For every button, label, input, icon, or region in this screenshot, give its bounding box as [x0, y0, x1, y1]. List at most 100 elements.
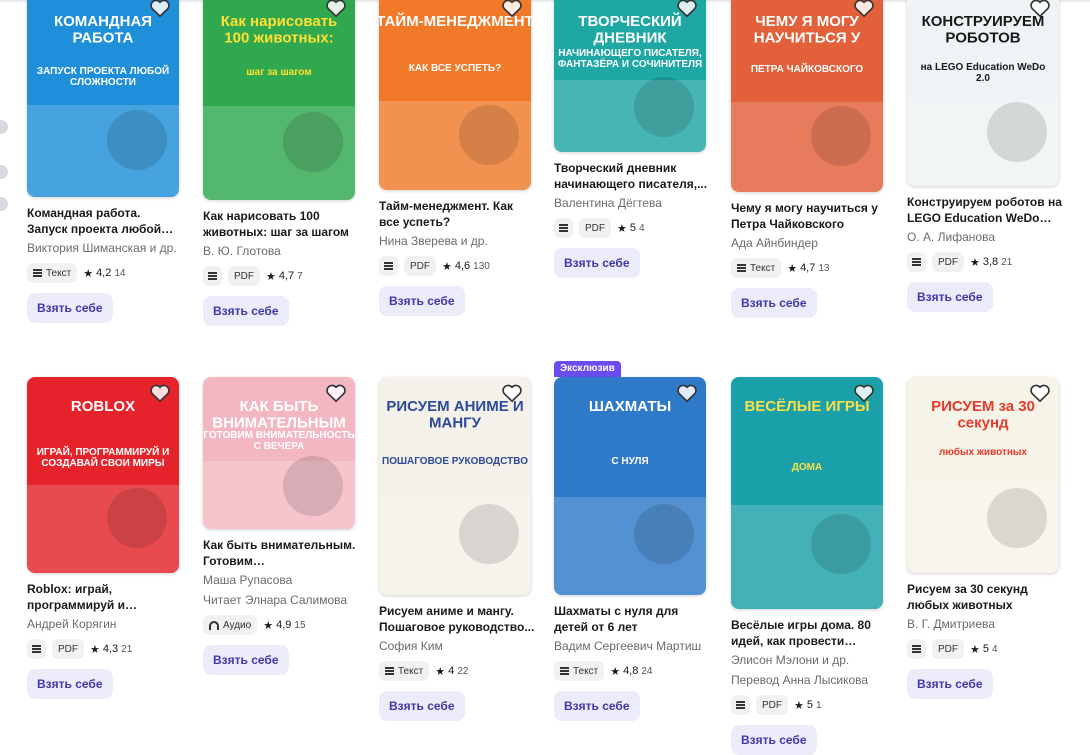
book-author[interactable]: Маша Рупасова [203, 573, 359, 588]
book-title[interactable]: Творческий дневник начинающего писателя,… [554, 160, 710, 192]
take-book-button[interactable]: Взять себе [554, 691, 640, 721]
book-meta: PDF ★ 5 4 [554, 218, 710, 238]
book-title[interactable]: Командная работа. Запуск проекта любой с… [27, 205, 183, 237]
star-icon: ★ [970, 643, 980, 656]
rating-count: 7 [297, 270, 303, 282]
book-author[interactable]: Виктория Шиманская и др. [27, 241, 183, 256]
book-author[interactable]: Ада Айнбиндер [731, 236, 887, 251]
cover-art: ВЕСЁЛЫЕ ИГРЫ ДОМА [731, 398, 883, 609]
rating: ★ 4,9 15 [263, 619, 305, 632]
format-label: Текст [750, 262, 776, 274]
book-card[interactable]: ТАЙМ-МЕНЕДЖМЕНТ КАК ВСЕ УСПЕТЬ? Тайм-менед… [379, 0, 535, 316]
favorite-heart-icon[interactable] [149, 383, 171, 403]
favorite-heart-icon[interactable] [853, 383, 875, 403]
favorite-heart-icon[interactable] [501, 383, 523, 403]
favorite-heart-icon[interactable] [1029, 0, 1051, 18]
format-label: PDF [585, 222, 605, 234]
book-title[interactable]: Рисуем за 30 секунд любых животных [907, 581, 1063, 613]
favorite-heart-icon[interactable] [325, 383, 347, 403]
text-format-icon [27, 639, 46, 659]
favorite-heart-icon[interactable] [149, 0, 171, 18]
book-cover[interactable]: ШАХМАТЫ С НУЛЯ [554, 377, 706, 595]
rating-value: 5 [629, 222, 636, 234]
book-title[interactable]: Roblox: играй, программируй и создава... [27, 581, 183, 613]
take-book-button[interactable]: Взять себе [731, 725, 817, 755]
favorite-heart-icon[interactable] [676, 383, 698, 403]
favorite-heart-icon[interactable] [853, 0, 875, 18]
rating-value: 4 [448, 665, 455, 677]
book-title[interactable]: Как нарисовать 100 животных: шаг за шаго… [203, 208, 359, 240]
rating: ★ 5 1 [794, 699, 822, 712]
book-cover[interactable]: РИСУЕМ АНИМЕ И МАНГУ ПОШАГОВОЕ РУКОВОДСТВО [379, 377, 531, 595]
book-card[interactable]: ЧЕМУ Я МОГУ НАУЧИТЬСЯ У ПЕТРА ЧАЙКОВСКОГО Ч… [731, 0, 887, 318]
format-label: Аудио [223, 619, 252, 631]
book-cover[interactable]: ЧЕМУ Я МОГУ НАУЧИТЬСЯ У ПЕТРА ЧАЙКОВСКОГО [731, 0, 883, 192]
rating-count: 15 [294, 619, 306, 631]
book-cover[interactable]: РИСУЕМ за 30 секунд любых животных [907, 377, 1059, 573]
favorite-heart-icon[interactable] [1029, 383, 1051, 403]
book-title[interactable]: Шахматы с нуля для детей от 6 лет [554, 603, 710, 635]
book-author[interactable]: Элисон Мэлони и др. [731, 653, 887, 668]
favorite-heart-icon[interactable] [501, 0, 523, 18]
book-title[interactable]: Конструируем роботов на LEGO Education W… [907, 194, 1063, 226]
rating-value: 4,7 [278, 270, 295, 282]
book-author[interactable]: В. Ю. Глотова [203, 244, 359, 259]
cover-subtitle: ЗАПУСК ПРОЕКТА ЛЮБОЙ СЛОЖНОСТИ [37, 64, 169, 88]
book-cover[interactable]: ТВОРЧЕСКИЙ ДНЕВНИК НАЧИНАЮЩЕГО ПИСАТЕЛЯ, ФА… [554, 0, 706, 152]
book-card[interactable]: КАК БЫТЬ ВНИМАТЕЛЬНЫМ ГОТОВИМ ВНИМАТЕЛЬНОС… [203, 377, 359, 675]
book-title[interactable]: Рисуем аниме и мангу. Пошаговое руководс… [379, 603, 535, 635]
rating-count: 4 [639, 222, 645, 234]
take-book-button[interactable]: Взять себе [731, 288, 817, 318]
book-cover[interactable]: КОНСТРУИРУЕМ РОБОТОВ на LEGO Education WeD… [907, 0, 1059, 186]
rating-value: 3,8 [982, 256, 999, 268]
take-book-button[interactable]: Взять себе [907, 669, 993, 699]
format-badge: Текст [379, 661, 430, 681]
book-card[interactable]: РИСУЕМ за 30 секунд любых животных Рисуем з… [907, 377, 1063, 699]
book-cover[interactable]: ROBLOX ИГРАЙ, ПРОГРАММИРУЙ И СОЗДАВАЙ СВОИ… [27, 377, 179, 573]
star-icon: ★ [794, 699, 804, 712]
book-title[interactable]: Как быть внимательным. Готовим вниматель… [203, 537, 359, 569]
book-card[interactable]: Эксклюзив ШАХМАТЫ С НУЛЯ Шахматы с нуля для… [554, 361, 710, 721]
book-cover[interactable]: КОМАНДНАЯ РАБОТА ЗАПУСК ПРОЕКТА ЛЮБОЙ СЛОЖН… [27, 0, 179, 197]
book-author[interactable]: Вадим Сергеевич Мартиш [554, 639, 710, 654]
take-book-button[interactable]: Взять себе [379, 691, 465, 721]
book-author[interactable]: О. А. Лифанова [907, 230, 1063, 245]
book-cover[interactable]: ТАЙМ-МЕНЕДЖМЕНТ КАК ВСЕ УСПЕТЬ? [379, 0, 531, 190]
text-lines-icon [385, 667, 394, 675]
book-author[interactable]: Андрей Корягин [27, 617, 183, 632]
book-cover[interactable]: Как нарисовать 100 животных: шаг за шагом [203, 0, 355, 200]
take-book-button[interactable]: Взять себе [554, 248, 640, 278]
book-card[interactable]: КОНСТРУИРУЕМ РОБОТОВ на LEGO Education WeD… [907, 0, 1063, 312]
book-title[interactable]: Чему я могу научиться у Петра Чайковског… [731, 200, 887, 232]
format-badge: PDF [756, 695, 788, 715]
scroll-dot[interactable] [0, 120, 8, 134]
favorite-heart-icon[interactable] [676, 0, 698, 18]
book-card[interactable]: Как нарисовать 100 животных: шаг за шагом К… [203, 0, 359, 326]
book-card[interactable]: ТВОРЧЕСКИЙ ДНЕВНИК НАЧИНАЮЩЕГО ПИСАТЕЛЯ, ФА… [554, 0, 710, 278]
book-cover[interactable]: ВЕСЁЛЫЕ ИГРЫ ДОМА [731, 377, 883, 609]
book-card[interactable]: КОМАНДНАЯ РАБОТА ЗАПУСК ПРОЕКТА ЛЮБОЙ СЛОЖН… [27, 0, 183, 323]
book-author[interactable]: Валентина Дёгтева [554, 196, 710, 211]
take-book-button[interactable]: Взять себе [379, 286, 465, 316]
take-book-button[interactable]: Взять себе [27, 669, 113, 699]
rating-count: 1 [816, 699, 822, 711]
book-card[interactable]: ROBLOX ИГРАЙ, ПРОГРАММИРУЙ И СОЗДАВАЙ СВОИ… [27, 377, 183, 699]
take-book-button[interactable]: Взять себе [203, 645, 289, 675]
scroll-dot[interactable] [0, 165, 8, 179]
rating-count: 14 [114, 267, 126, 279]
take-book-button[interactable]: Взять себе [203, 296, 289, 326]
book-author[interactable]: Нина Зверева и др. [379, 234, 535, 249]
book-card[interactable]: ВЕСЁЛЫЕ ИГРЫ ДОМА Весёлые игры дома. 80 ид… [731, 377, 887, 755]
cover-art: ROBLOX ИГРАЙ, ПРОГРАММИРУЙ И СОЗДАВАЙ СВОИ… [27, 398, 179, 573]
book-card[interactable]: РИСУЕМ АНИМЕ И МАНГУ ПОШАГОВОЕ РУКОВОДСТВО… [379, 377, 535, 721]
book-cover[interactable]: КАК БЫТЬ ВНИМАТЕЛЬНЫМ ГОТОВИМ ВНИМАТЕЛЬНОС… [203, 377, 355, 529]
book-title[interactable]: Весёлые игры дома. 80 идей, как провести… [731, 617, 887, 649]
take-book-button[interactable]: Взять себе [27, 293, 113, 323]
favorite-heart-icon[interactable] [325, 0, 347, 18]
take-book-button[interactable]: Взять себе [907, 282, 993, 312]
cover-art: Как нарисовать 100 животных: шаг за шагом [203, 13, 355, 200]
book-title[interactable]: Тайм-менеджмент. Как все успеть? [379, 198, 535, 230]
book-author[interactable]: В. Г. Дмитриева [907, 617, 1063, 632]
book-author[interactable]: София Ким [379, 639, 535, 654]
scroll-dot[interactable] [0, 197, 8, 211]
